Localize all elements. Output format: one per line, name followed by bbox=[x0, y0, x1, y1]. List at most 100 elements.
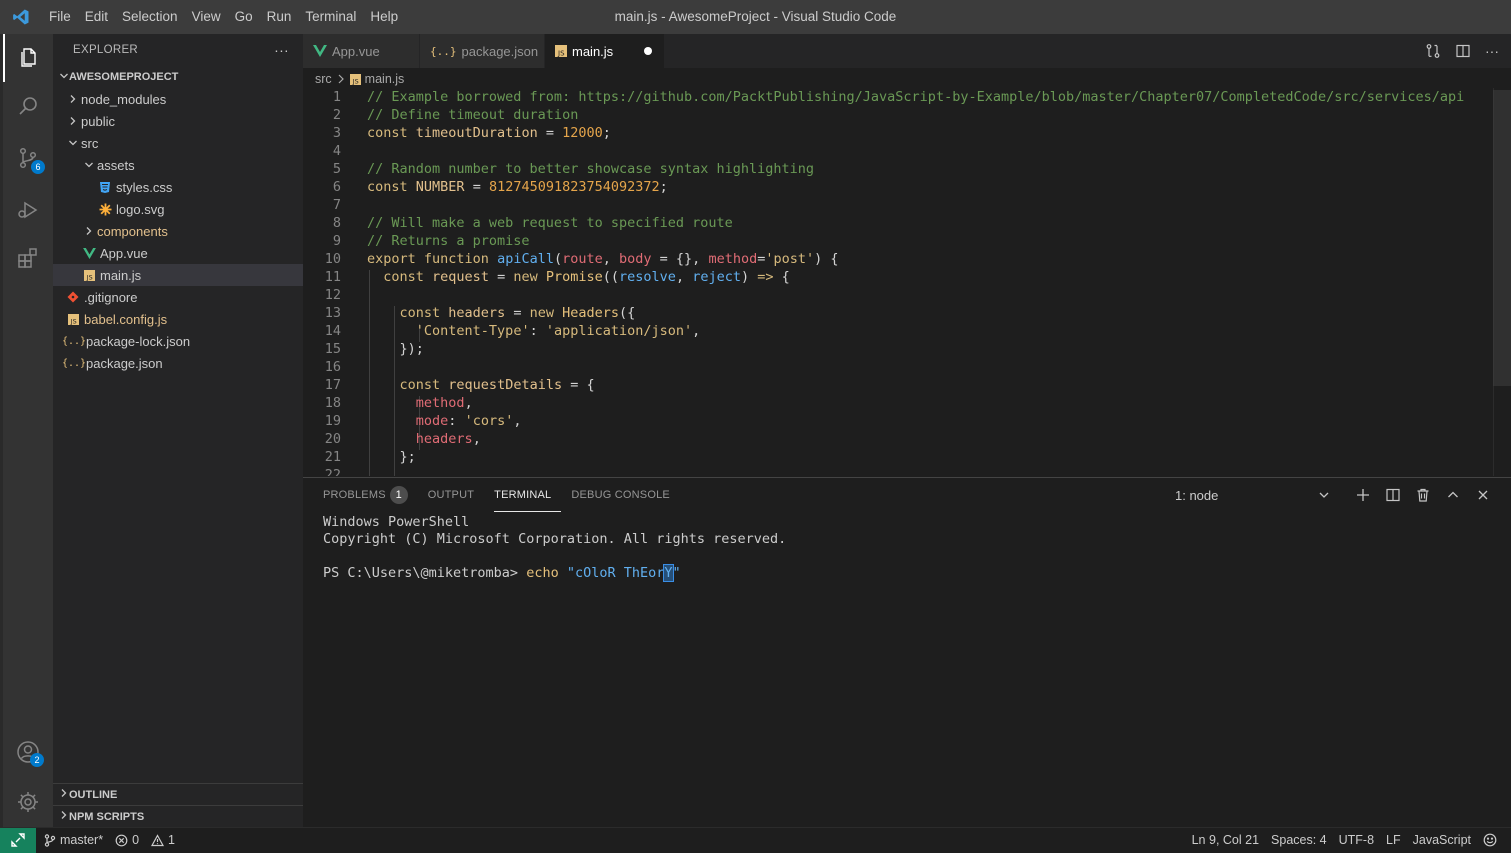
tree-item[interactable]: src bbox=[53, 132, 303, 154]
accounts-activity[interactable]: 2 bbox=[3, 728, 53, 776]
tab-main-js[interactable]: JS main.js bbox=[545, 34, 665, 68]
editor-tab-bar: App.vue {..} package.json JS main.js ··· bbox=[303, 34, 1511, 68]
branch-status[interactable]: master* bbox=[36, 828, 109, 853]
source-control-activity[interactable]: 6 bbox=[3, 134, 53, 182]
extensions-activity[interactable] bbox=[3, 234, 53, 282]
code-text: // Will make a web request to specified … bbox=[367, 214, 733, 232]
menu-go[interactable]: Go bbox=[228, 0, 260, 34]
tree-item[interactable]: logo.svg bbox=[53, 198, 303, 220]
new-terminal-icon[interactable] bbox=[1355, 487, 1371, 503]
explorer-activity[interactable] bbox=[3, 34, 53, 82]
menu-help[interactable]: Help bbox=[363, 0, 405, 34]
terminal-output[interactable]: Windows PowerShell Copyright (C) Microso… bbox=[323, 512, 786, 582]
breadcrumb-file[interactable]: main.js bbox=[365, 72, 405, 86]
language-mode[interactable]: JavaScript bbox=[1407, 828, 1477, 853]
chevron-right-icon bbox=[59, 810, 69, 823]
line-number: 15 bbox=[324, 341, 341, 357]
terminal-instance-select[interactable]: 1: node bbox=[1175, 486, 1330, 504]
smiley-icon bbox=[1483, 833, 1497, 847]
line-number: 14 bbox=[324, 323, 341, 339]
line-number: 12 bbox=[324, 287, 341, 303]
code-line: 1 // Example borrowed from: https://githu… bbox=[303, 88, 1493, 106]
tree-item-label: components bbox=[97, 223, 168, 239]
code-token: NUMBER bbox=[415, 179, 473, 195]
code-token: = bbox=[497, 269, 514, 285]
editor-scrollbar-thumb[interactable] bbox=[1493, 90, 1511, 386]
outline-section-header[interactable]: OUTLINE bbox=[53, 783, 303, 805]
tree-item[interactable]: .gitignore bbox=[53, 286, 303, 308]
tab-debug-console[interactable]: DEBUG CONSOLE bbox=[571, 478, 680, 512]
indentation[interactable]: Spaces: 4 bbox=[1265, 828, 1333, 853]
tree-item[interactable]: JS babel.config.js bbox=[53, 308, 303, 330]
tree-item[interactable]: public bbox=[53, 110, 303, 132]
chevron-right-icon bbox=[65, 116, 81, 126]
tree-item[interactable]: node_modules bbox=[53, 88, 303, 110]
encoding[interactable]: UTF-8 bbox=[1333, 828, 1380, 853]
js-icon: JS bbox=[555, 45, 567, 57]
menu-terminal[interactable]: Terminal bbox=[298, 0, 363, 34]
tab-terminal[interactable]: TERMINAL bbox=[494, 478, 562, 512]
more-actions-icon[interactable]: ··· bbox=[1485, 43, 1499, 59]
more-actions-button[interactable]: ··· bbox=[274, 42, 289, 58]
cursor-position[interactable]: Ln 9, Col 21 bbox=[1186, 828, 1265, 853]
split-terminal-icon[interactable] bbox=[1385, 487, 1401, 503]
tree-item[interactable]: {..} package-lock.json bbox=[53, 330, 303, 352]
menu-bar: File Edit Selection View Go Run Terminal… bbox=[42, 0, 405, 34]
feedback-button[interactable] bbox=[1477, 828, 1503, 853]
chevron-right-icon bbox=[81, 226, 97, 236]
tab-label: package.json bbox=[461, 43, 539, 59]
tab-output[interactable]: OUTPUT bbox=[428, 478, 484, 512]
tab-package-json[interactable]: {..} package.json bbox=[420, 34, 545, 68]
run-debug-activity[interactable] bbox=[3, 186, 53, 234]
tree-item[interactable]: {..} package.json bbox=[53, 352, 303, 374]
tree-item[interactable]: components bbox=[53, 220, 303, 242]
tree-item[interactable]: JS main.js bbox=[53, 264, 303, 286]
search-activity[interactable] bbox=[3, 82, 53, 130]
menu-file[interactable]: File bbox=[42, 0, 78, 34]
menu-edit[interactable]: Edit bbox=[78, 0, 115, 34]
open-changes-icon[interactable] bbox=[1425, 43, 1441, 59]
tree-item[interactable]: styles.css bbox=[53, 176, 303, 198]
close-icon[interactable] bbox=[1475, 487, 1491, 503]
chevron-down-icon bbox=[59, 71, 69, 84]
tree-item-label: App.vue bbox=[100, 245, 148, 261]
menu-view[interactable]: View bbox=[185, 0, 228, 34]
code-text: const timeoutDuration = 12000; bbox=[367, 124, 611, 142]
project-section-header[interactable]: AWESOMEPROJECT bbox=[53, 66, 303, 88]
maximize-panel-icon[interactable] bbox=[1445, 487, 1461, 503]
line-number: 20 bbox=[324, 431, 341, 447]
tab-problems[interactable]: PROBLEMS 1 bbox=[323, 478, 418, 512]
chevron-right-icon bbox=[337, 74, 345, 84]
tree-item[interactable]: App.vue bbox=[53, 242, 303, 264]
warning-count: 1 bbox=[168, 833, 175, 847]
tab-label: App.vue bbox=[332, 43, 380, 59]
breadcrumb-folder[interactable]: src bbox=[315, 72, 332, 86]
line-number: 4 bbox=[332, 143, 341, 159]
menu-selection[interactable]: Selection bbox=[115, 0, 185, 34]
problems-status[interactable]: 0 1 bbox=[109, 828, 181, 853]
code-token: = { bbox=[570, 377, 595, 393]
code-editor[interactable]: 1 // Example borrowed from: https://githu… bbox=[303, 88, 1493, 476]
tab-app-vue[interactable]: App.vue bbox=[303, 34, 420, 68]
terminal-command: echo bbox=[526, 565, 559, 581]
npm-scripts-section-header[interactable]: NPM SCRIPTS bbox=[53, 805, 303, 827]
remote-button[interactable] bbox=[0, 827, 36, 853]
split-editor-icon[interactable] bbox=[1455, 43, 1471, 59]
end-of-line[interactable]: LF bbox=[1380, 828, 1407, 853]
tree-item-label: babel.config.js bbox=[84, 311, 168, 327]
line-number: 19 bbox=[324, 413, 341, 429]
code-text: }); bbox=[367, 340, 424, 358]
tree-item[interactable]: assets bbox=[53, 154, 303, 176]
tree-item-label: node_modules bbox=[81, 91, 167, 107]
branch-name: master* bbox=[60, 833, 104, 847]
code-line: 6 const NUMBER = 812745091823754092372; bbox=[303, 178, 1493, 196]
trash-icon[interactable] bbox=[1415, 487, 1431, 503]
menu-run[interactable]: Run bbox=[260, 0, 299, 34]
code-token: }); bbox=[367, 341, 424, 357]
unsaved-dot-icon[interactable] bbox=[644, 47, 652, 55]
panel-actions bbox=[1355, 478, 1491, 512]
code-token: request bbox=[432, 269, 498, 285]
manage-activity[interactable] bbox=[3, 778, 53, 826]
terminal-argument: "cOloR ThEor bbox=[566, 565, 665, 581]
